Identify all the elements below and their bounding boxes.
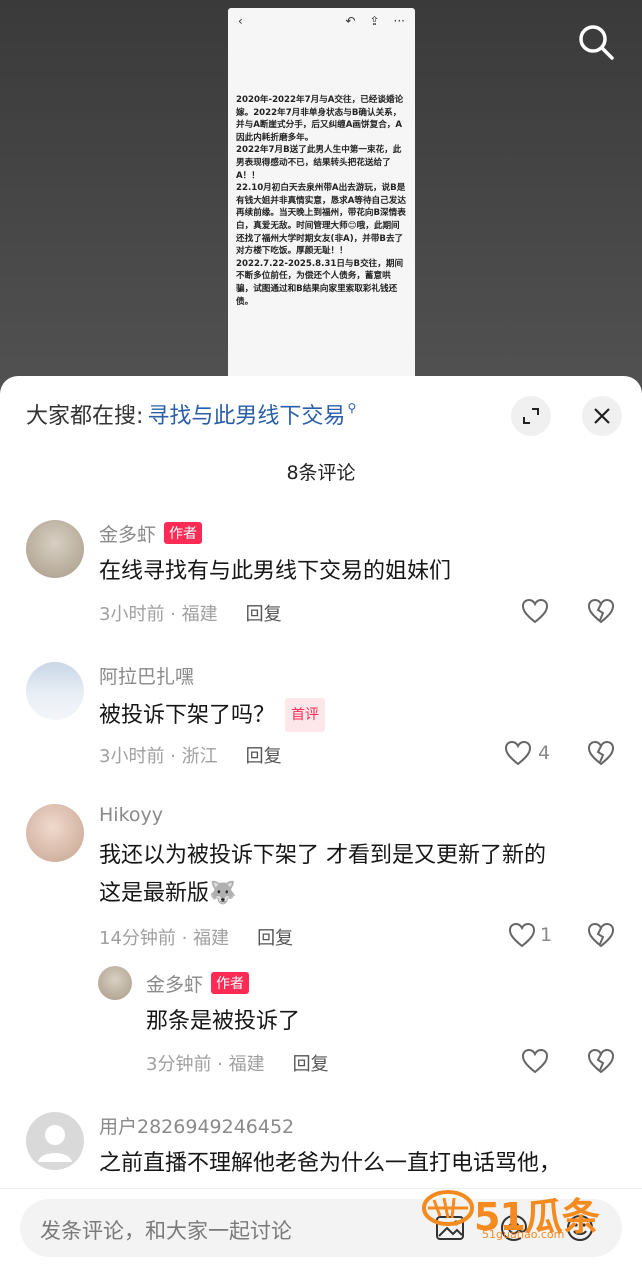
like-count: 4	[538, 742, 551, 764]
more-icon: ···	[393, 14, 405, 28]
username[interactable]: 用户2826949246452	[99, 1112, 294, 1139]
comment-text: 之前直播不理解他老爸为什么一直打电话骂他，	[99, 1151, 562, 1176]
hot-search-row[interactable]: 大家都在搜: 寻找与此男线下交易 ⚲	[26, 398, 356, 430]
username[interactable]: 金多虾	[99, 524, 156, 546]
heart-icon	[504, 740, 532, 766]
like-button[interactable]: 4	[504, 740, 550, 766]
author-badge: 作者	[164, 522, 203, 544]
expand-button[interactable]	[511, 396, 551, 436]
username[interactable]: 金多虾	[146, 974, 203, 996]
author-badge: 作者	[211, 972, 250, 994]
hot-search-prefix: 大家都在搜:	[26, 404, 144, 429]
heart-icon	[521, 1048, 549, 1074]
like-button[interactable]	[521, 1048, 549, 1074]
dislike-icon[interactable]	[587, 922, 615, 948]
share-back-icon: ↶	[345, 14, 356, 28]
close-icon	[594, 408, 610, 424]
comment-text: 我还以为被投诉下架了 才看到是又更新了新的	[99, 843, 546, 868]
avatar[interactable]	[26, 520, 84, 578]
comment-text: 在线寻找有与此男线下交易的姐妹们	[99, 559, 452, 584]
comment-text: 那条是被投诉了	[146, 1009, 301, 1034]
reply-button[interactable]: 回复	[257, 928, 293, 949]
search-small-icon: ⚲	[347, 401, 357, 415]
comment-meta: 3分钟前 · 福建	[146, 1054, 265, 1075]
comment-meta: 14分钟前 · 福建	[99, 928, 230, 949]
reply-button[interactable]: 回复	[246, 604, 282, 625]
comment-sheet: 大家都在搜: 寻找与此男线下交易 ⚲ 8条评论 金多虾 作者 在线寻找有与此男线下…	[0, 376, 642, 1280]
heart-icon	[521, 598, 549, 624]
screenshot-text: 2020年-2022年7月与A交往，已经谈婚论嫁。2022年7月非单身状态与B确…	[228, 34, 415, 308]
avatar[interactable]	[26, 1112, 84, 1170]
post-paragraph: 2020年-2022年7月与A交往，已经谈婚论嫁。2022年7月非单身状态与B确…	[236, 95, 404, 143]
share-icon: ⇪	[369, 14, 380, 28]
comment-meta: 3小时前 · 浙江	[99, 746, 218, 767]
post-paragraph: 2022.7.22-2025.8.31日与B交往，期间不断多位前任，为偿还个人债…	[236, 258, 404, 307]
hot-search-query[interactable]: 寻找与此男线下交易	[147, 398, 345, 430]
like-count: 1	[540, 924, 553, 946]
watermark-url: 51guatiao.com	[482, 1228, 565, 1241]
avatar[interactable]	[26, 804, 84, 862]
comment-input-placeholder: 发条评论，和大家一起讨论	[40, 1219, 292, 1243]
avatar[interactable]	[98, 966, 132, 1000]
username[interactable]: Hikoyy	[99, 804, 163, 826]
watermark: 51瓜条 51guatiao.com	[420, 1182, 630, 1242]
heart-icon	[508, 922, 536, 948]
comment-meta: 3小时前 · 福建	[99, 604, 218, 625]
reply-button[interactable]: 回复	[246, 746, 282, 767]
username[interactable]: 阿拉巴扎嘿	[99, 662, 194, 689]
like-button[interactable]: 1	[508, 922, 552, 948]
post-screenshot: ‹ ↶ ⇪ ··· 2020年-2022年7月与A交往，已经谈婚论嫁。2022年…	[228, 8, 415, 400]
search-icon[interactable]	[576, 22, 616, 62]
dislike-icon[interactable]	[587, 598, 615, 624]
watermark-logo-icon	[422, 1190, 474, 1226]
post-paragraph: 2022年7月B送了此男人生中第一束花，此男表现得感动不已，结果转头把花送给了A…	[236, 145, 402, 181]
comment-text: 被投诉下架了吗？	[99, 703, 276, 728]
post-paragraph: 22.10月初白天去泉州带A出去游玩，说B是有钱大姐并非真情实意，恳求A等待自己…	[236, 183, 406, 257]
screenshot-toolbar: ‹ ↶ ⇪ ···	[228, 8, 415, 34]
comment-text-line2: 这是最新版🐺	[99, 881, 237, 906]
reply-button[interactable]: 回复	[293, 1054, 329, 1075]
dislike-icon[interactable]	[587, 1048, 615, 1074]
like-button[interactable]	[521, 598, 549, 624]
back-icon: ‹	[238, 14, 243, 28]
comment-count: 8条评论	[286, 462, 356, 484]
default-avatar-icon	[38, 1125, 72, 1162]
expand-icon	[523, 408, 539, 424]
post-image-area[interactable]: ‹ ↶ ⇪ ··· 2020年-2022年7月与A交往，已经谈婚论嫁。2022年…	[0, 0, 642, 400]
avatar[interactable]	[26, 662, 84, 720]
close-button[interactable]	[582, 396, 622, 436]
first-comment-badge: 首评	[285, 698, 326, 732]
dislike-icon[interactable]	[587, 740, 615, 766]
